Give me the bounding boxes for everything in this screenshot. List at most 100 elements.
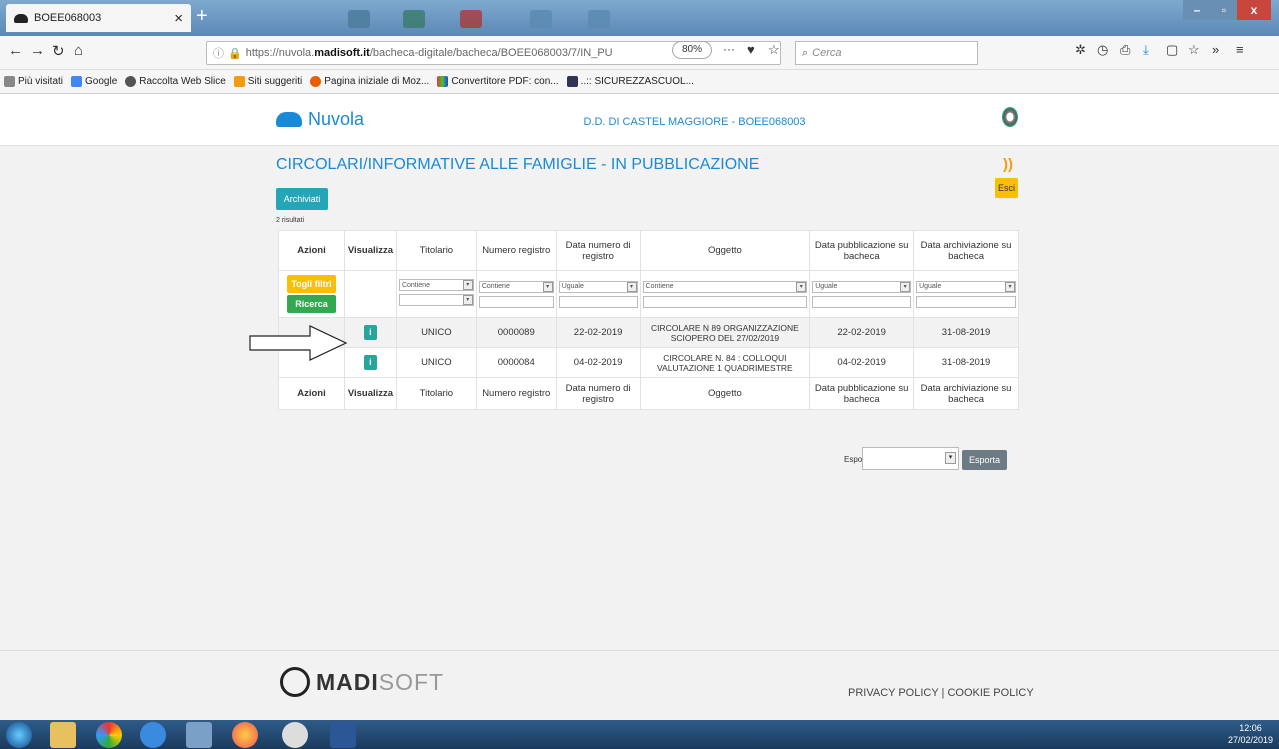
maximize-icon[interactable]: ▫ xyxy=(1211,0,1237,20)
app-icon[interactable] xyxy=(282,722,308,748)
filter-select[interactable]: ▾ xyxy=(398,294,474,306)
internet-explorer-icon[interactable] xyxy=(140,722,166,748)
bookmark-label: Siti suggeriti xyxy=(247,76,303,87)
column-footer: Azioni xyxy=(278,377,345,410)
system-clock[interactable]: 12:06 27/02/2019 xyxy=(1228,722,1273,746)
close-window-icon[interactable]: x xyxy=(1237,0,1271,20)
chrome-icon[interactable] xyxy=(96,722,122,748)
zoom-indicator[interactable]: 80% xyxy=(672,41,712,59)
sidebar-icon[interactable]: ▢ xyxy=(1166,42,1178,58)
filter-input[interactable] xyxy=(812,295,912,308)
column-header[interactable]: Data archiviazione su bacheca xyxy=(913,230,1019,271)
word-icon[interactable] xyxy=(330,722,356,748)
filter-select[interactable]: Uguale ▾ xyxy=(916,280,1016,293)
print-icon[interactable]: ⎙ xyxy=(1120,42,1130,58)
circolari-table: Azioni Visualizza Titolario Numero regis… xyxy=(278,230,1019,410)
filter-select[interactable]: Uguale ▾ xyxy=(812,280,912,293)
bookmark-item[interactable]: Pagina iniziale di Moz... xyxy=(310,76,429,87)
archiviati-button[interactable]: Archiviati xyxy=(276,188,328,210)
forward-icon[interactable]: → xyxy=(30,42,45,59)
windows-taskbar: 12:06 27/02/2019 xyxy=(0,720,1279,749)
browser-title-bar: BOEE068003 × + – ▫ x xyxy=(0,0,1279,36)
library-icon[interactable]: ☆ xyxy=(1188,42,1200,58)
view-cell: i xyxy=(343,317,397,348)
bookmark-item[interactable]: Convertitore PDF: con... xyxy=(437,76,559,87)
bookmark-label: Raccolta Web Slice xyxy=(139,76,226,87)
filter-cell: Uguale ▾ xyxy=(809,270,915,318)
filter-input[interactable] xyxy=(916,295,1016,308)
esporta-select[interactable]: ▾ xyxy=(862,447,959,470)
table-footer-row: Azioni Visualizza Titolario Numero regis… xyxy=(278,377,1019,410)
back-icon[interactable]: ← xyxy=(8,42,23,59)
column-header[interactable]: Numero registro xyxy=(475,230,557,271)
info-icon[interactable]: ⓘ xyxy=(213,45,224,61)
overflow-icon[interactable]: » xyxy=(1212,42,1219,57)
menu-icon[interactable]: ≡ xyxy=(1236,42,1244,57)
pdf-icon xyxy=(437,76,449,87)
filter-select[interactable]: Uguale ▾ xyxy=(558,280,638,293)
url-domain: madisoft.it xyxy=(314,47,370,59)
filter-input[interactable] xyxy=(642,295,808,308)
info-button[interactable]: i xyxy=(363,355,377,370)
filter-actions-cell: Togli filtri Ricerca xyxy=(278,270,345,318)
bookmark-item[interactable]: ..:: SICUREZZASCUOL... xyxy=(566,76,694,87)
new-tab-button[interactable]: + xyxy=(196,4,208,28)
filter-select[interactable]: Contiene ▾ xyxy=(478,280,554,293)
download-icon[interactable]: ⤓ xyxy=(1143,42,1149,58)
app-icon[interactable] xyxy=(186,722,212,748)
filter-select[interactable]: Contiene ▾ xyxy=(398,279,474,291)
firefox-icon[interactable] xyxy=(232,722,258,748)
ricerca-button[interactable]: Ricerca xyxy=(287,295,336,313)
info-button[interactable]: i xyxy=(363,325,377,340)
republic-emblem-icon xyxy=(1002,107,1018,127)
filter-input[interactable] xyxy=(478,295,554,308)
policy-links: PRIVACY POLICY | COOKIE POLICY xyxy=(848,687,1034,699)
column-header[interactable]: Data pubblicazione su bacheca xyxy=(809,230,915,271)
bookmark-item[interactable]: Più visitati xyxy=(4,76,63,87)
more-icon[interactable]: ··· xyxy=(723,42,735,56)
minimize-icon[interactable]: – xyxy=(1183,0,1211,20)
togli-filtri-button[interactable]: Togli filtri xyxy=(287,275,336,293)
filter-select-value: Contiene xyxy=(401,281,430,289)
filter-select-value: Uguale xyxy=(815,283,838,290)
filter-cell: Contiene ▾ ▾ xyxy=(395,270,477,318)
history-icon[interactable]: ◷ xyxy=(1097,42,1108,58)
start-button-icon[interactable] xyxy=(6,722,32,748)
filter-input[interactable] xyxy=(558,295,638,308)
bookmark-item[interactable]: Raccolta Web Slice xyxy=(125,76,226,87)
column-footer: Titolario xyxy=(395,377,477,410)
rss-icon[interactable]: )) xyxy=(1003,156,1013,173)
column-header[interactable]: Titolario xyxy=(395,230,477,271)
brand-bold: MADI xyxy=(316,668,379,695)
window-thumbnail-icon xyxy=(403,10,425,28)
settings-icon[interactable]: ✲ xyxy=(1075,42,1086,58)
browser-tab[interactable]: BOEE068003 × xyxy=(6,4,191,32)
gear-icon xyxy=(4,76,15,87)
reload-icon[interactable]: ↻ xyxy=(52,42,65,60)
bookmark-star-icon[interactable]: ☆ xyxy=(768,42,780,58)
data-numero-cell: 22-02-2019 xyxy=(555,317,641,348)
privacy-policy-link[interactable]: PRIVACY POLICY xyxy=(848,687,938,699)
bookmark-item[interactable]: Google xyxy=(71,76,117,87)
numero-cell: 0000084 xyxy=(475,347,557,378)
column-header[interactable]: Oggetto xyxy=(639,230,811,271)
chevron-down-icon: ▾ xyxy=(796,281,807,292)
explorer-icon[interactable] xyxy=(50,722,76,748)
globe-icon xyxy=(125,76,137,87)
cloud-icon xyxy=(14,13,28,23)
column-header[interactable]: Data numero di registro xyxy=(555,230,641,271)
chevron-down-icon: ▾ xyxy=(1005,281,1015,292)
google-icon xyxy=(71,76,83,87)
filter-select-value: Uguale xyxy=(561,283,584,290)
search-input[interactable]: ⌕ Cerca xyxy=(795,41,978,65)
filter-select[interactable]: Contiene ▾ xyxy=(642,280,808,293)
bookmark-item[interactable]: Siti suggeriti xyxy=(233,76,303,87)
pocket-icon[interactable]: ♥ xyxy=(747,42,755,57)
home-icon[interactable]: ⌂ xyxy=(74,42,83,59)
titolario-cell: UNICO xyxy=(395,347,477,378)
esporta-button[interactable]: Esporta xyxy=(962,450,1007,470)
oggetto-cell: CIRCOLARE N. 84 : COLLOQUI VALUTAZIONE 1… xyxy=(639,347,811,378)
cookie-policy-link[interactable]: COOKIE POLICY xyxy=(947,687,1033,699)
close-tab-icon[interactable]: × xyxy=(174,10,183,27)
esci-button[interactable]: Esci xyxy=(995,178,1018,198)
